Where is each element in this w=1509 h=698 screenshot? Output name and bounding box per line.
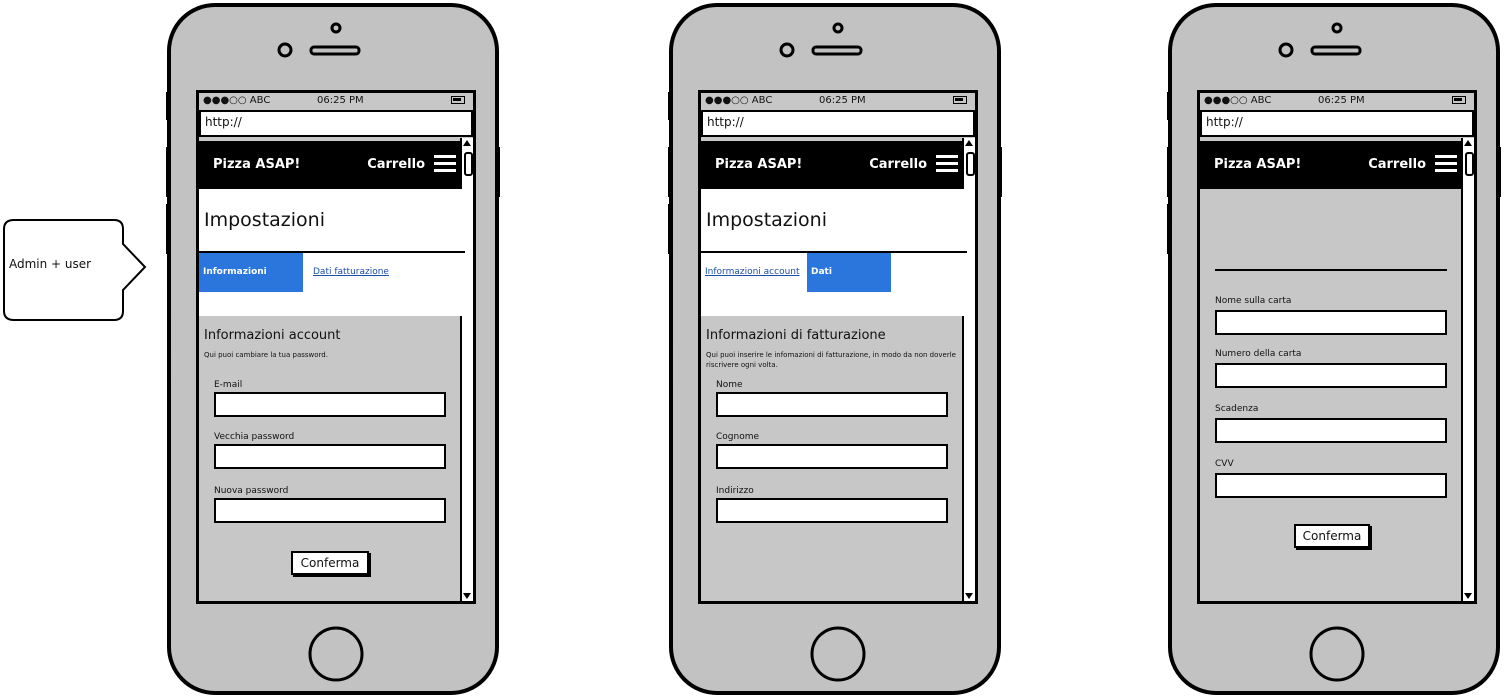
phone-screen: ●●●○○ ABC 06:25 PM http:// Pizza ASAP! C… [698,90,978,604]
signal-indicator: ●●●○○ ABC [1204,95,1272,106]
scroll-thumb[interactable] [966,152,975,176]
cart-link[interactable]: Carrello [367,157,425,172]
field-label: E-mail [214,380,243,390]
url-field[interactable]: http:// [701,110,975,137]
field-label: Indirizzo [716,486,754,496]
scroll-up-icon[interactable] [965,140,973,146]
scroll-down-icon[interactable] [463,593,471,599]
tab-account[interactable]: Informazioni account [701,253,807,292]
hamburger-menu-icon[interactable] [936,155,958,173]
url-field[interactable]: http:// [199,110,473,137]
field-label: Cognome [716,432,760,442]
status-time: 06:25 PM [1318,95,1365,106]
scroll-thumb[interactable] [464,152,473,176]
confirm-button[interactable]: Conferma [1294,524,1370,548]
tab-billing[interactable]: Dati fatturazione [807,253,891,316]
scroll-up-icon[interactable] [1464,140,1472,146]
navbar: Pizza ASAP! Carrello [199,141,465,189]
brand-logo[interactable]: Pizza ASAP! [715,157,802,172]
navbar: Pizza ASAP! Carrello [1200,141,1466,189]
divider [1215,269,1447,271]
tab-bar: Informazioni account Dati fatturazione [199,253,465,316]
field-label: Nuova password [214,486,289,496]
brand-logo[interactable]: Pizza ASAP! [1214,157,1301,172]
phone-mockup-2: ●●●○○ ABC 06:25 PM http:// Pizza ASAP! C… [668,2,1002,696]
text-field[interactable] [1215,310,1447,335]
signal-indicator: ●●●○○ ABC [203,95,271,106]
text-field[interactable] [716,392,948,417]
phone-mockup-1: ●●●○○ ABC 06:25 PM http:// Pizza ASAP! C… [166,2,500,696]
text-field[interactable] [214,444,446,469]
scrollbar[interactable] [1461,138,1474,601]
field-label: Nome sulla carta [1215,296,1292,306]
page-title: Impostazioni [204,209,325,231]
callout-text: Admin + user [9,257,92,271]
field-label: Numero della carta [1215,349,1302,359]
status-bar: ●●●○○ ABC 06:25 PM [199,93,473,109]
url-field[interactable]: http:// [1200,110,1474,137]
tab-billing[interactable]: Dati fatturazione [309,253,393,292]
tab-bar: Informazioni account Dati fatturazione [701,253,967,316]
field-label: Vecchia password [214,432,295,442]
field-label: CVV [1215,459,1234,469]
scroll-up-icon[interactable] [463,140,471,146]
section-title: Informazioni account [204,328,341,343]
section-title: Informazioni di fatturazione [706,328,886,343]
status-bar: ●●●○○ ABC 06:25 PM [701,93,975,109]
brand-logo[interactable]: Pizza ASAP! [213,157,300,172]
section-description: Qui puoi inserire le infomazioni di fatt… [706,351,956,369]
hamburger-menu-icon[interactable] [434,155,456,173]
page-title: Impostazioni [706,209,827,231]
scroll-thumb[interactable] [1465,152,1474,176]
text-field[interactable] [1215,363,1447,388]
status-time: 06:25 PM [819,95,866,106]
battery-icon [1452,96,1466,104]
status-time: 06:25 PM [317,95,364,106]
signal-indicator: ●●●○○ ABC [705,95,773,106]
cart-link[interactable]: Carrello [1368,157,1426,172]
phone-screen: ●●●○○ ABC 06:25 PM http:// Pizza ASAP! C… [1197,90,1477,604]
phone-screen: ●●●○○ ABC 06:25 PM http:// Pizza ASAP! C… [196,90,476,604]
tab-account[interactable]: Informazioni account [199,253,303,316]
text-field[interactable] [716,498,948,523]
status-bar: ●●●○○ ABC 06:25 PM [1200,93,1474,109]
scroll-down-icon[interactable] [1464,593,1472,599]
text-field[interactable] [214,498,446,523]
section-description: Qui puoi cambiare la tua password. [204,351,328,359]
field-label: Scadenza [1215,404,1259,414]
hamburger-menu-icon[interactable] [1435,155,1457,173]
annotation-callout: Admin + user [2,219,147,321]
battery-icon [953,96,967,104]
cart-link[interactable]: Carrello [869,157,927,172]
navbar: Pizza ASAP! Carrello [701,141,967,189]
text-field[interactable] [214,392,446,417]
text-field[interactable] [1215,418,1447,443]
field-label: Nome [716,380,743,390]
text-field[interactable] [1215,473,1447,498]
battery-icon [451,96,465,104]
confirm-button[interactable]: Conferma [291,551,369,575]
text-field[interactable] [716,444,948,469]
scroll-down-icon[interactable] [965,593,973,599]
phone-mockup-3: ●●●○○ ABC 06:25 PM http:// Pizza ASAP! C… [1167,2,1501,696]
page-header: Impostazioni [199,189,465,253]
page-header: Impostazioni [701,189,967,253]
